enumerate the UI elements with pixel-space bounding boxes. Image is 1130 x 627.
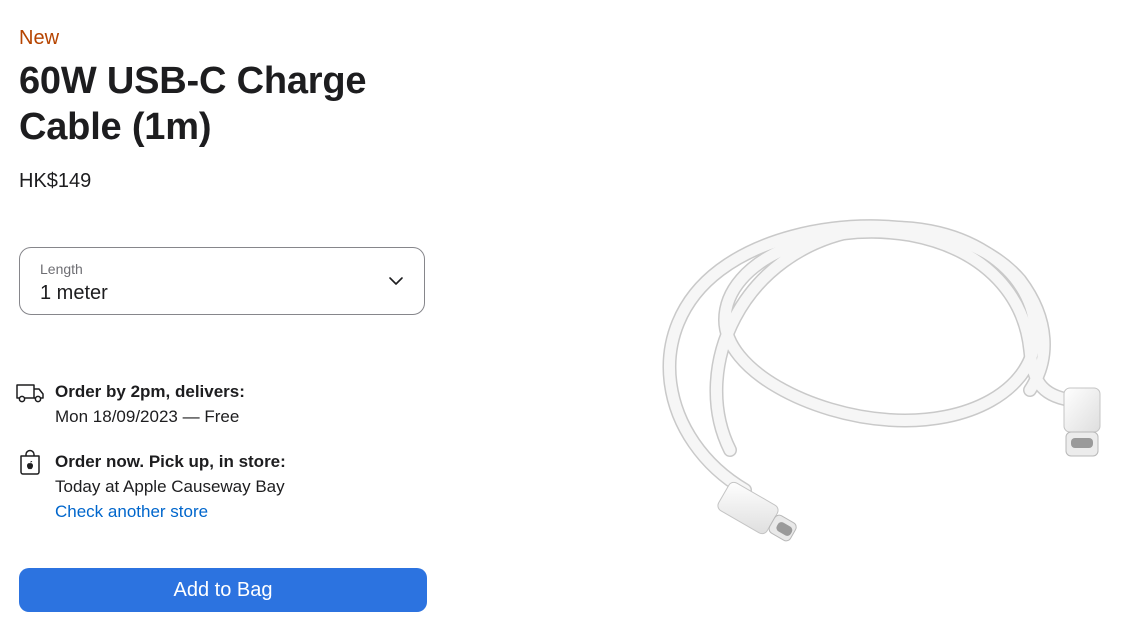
delivery-heading: Order by 2pm, delivers:: [55, 382, 245, 401]
pickup-store: Today at Apple Causeway Bay: [55, 477, 285, 496]
length-selector[interactable]: Length 1 meter: [19, 247, 425, 315]
product-title: 60W USB-C Charge Cable (1m): [19, 60, 367, 148]
usb-c-cable-image: [662, 219, 1101, 542]
pickup-heading: Order now. Pick up, in store:: [55, 452, 286, 471]
product-price: HK$149: [19, 170, 92, 192]
length-selector-label: Length: [40, 261, 83, 277]
add-to-bag-button[interactable]: Add to Bag: [19, 568, 427, 612]
shopping-bag-icon: [20, 449, 40, 475]
new-badge: New: [19, 27, 60, 49]
truck-icon: [16, 384, 44, 403]
check-another-store-link[interactable]: Check another store: [55, 499, 415, 524]
length-selector-value: 1 meter: [40, 282, 108, 304]
chevron-down-icon: [389, 277, 403, 285]
delivery-detail: Mon 18/09/2023 — Free: [55, 407, 240, 426]
